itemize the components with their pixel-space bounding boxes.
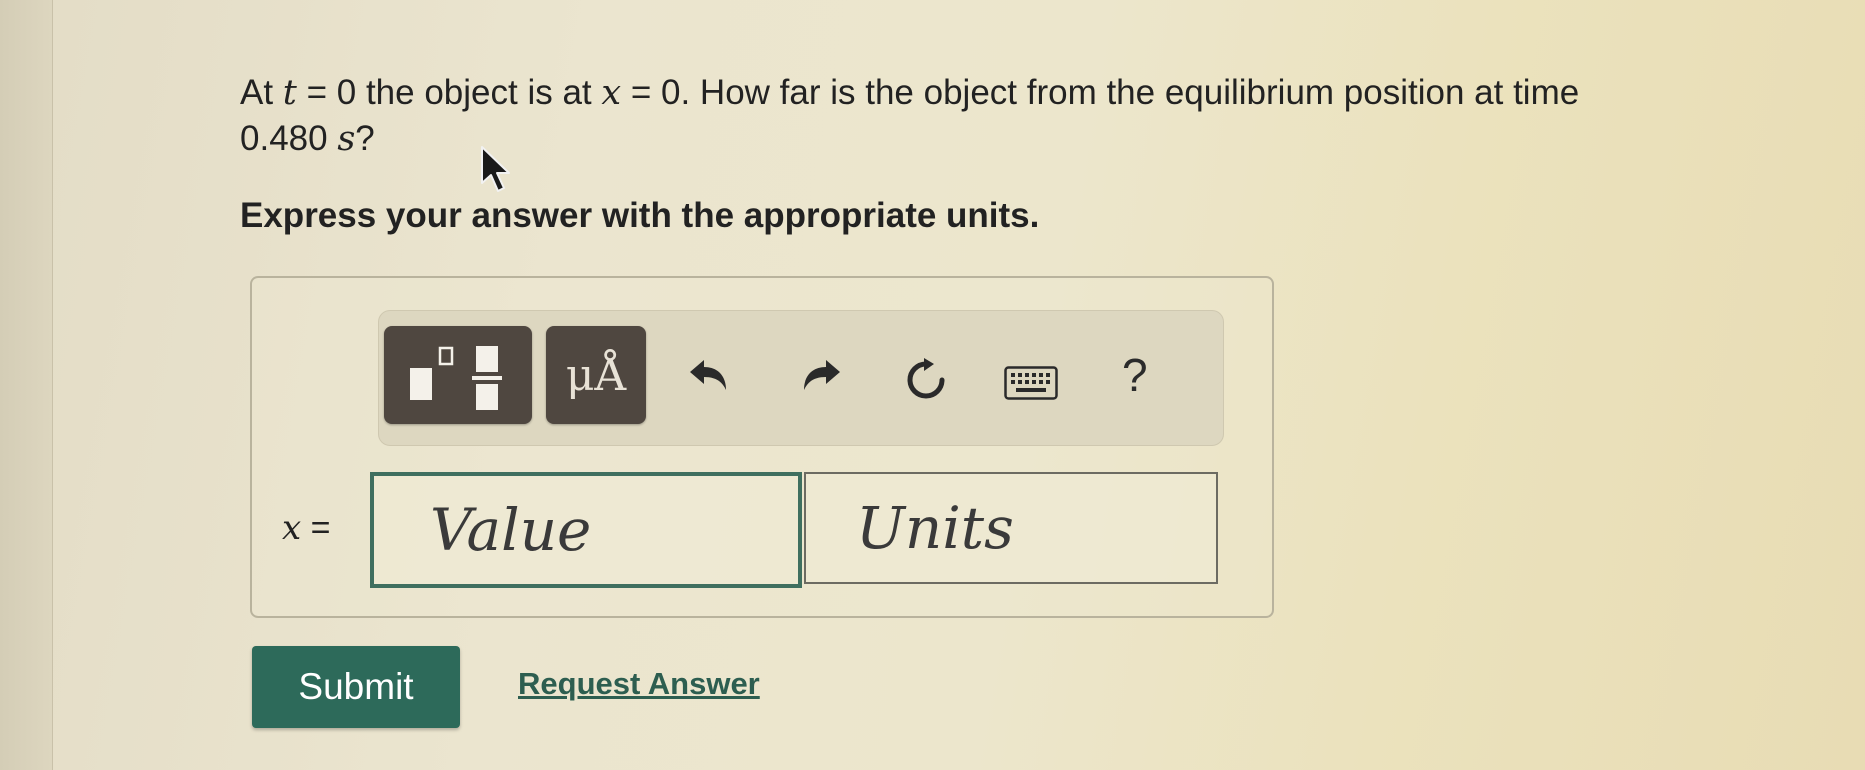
equals-sign: = <box>301 509 331 547</box>
question-part: At <box>240 73 283 112</box>
units-placeholder: Units <box>856 494 1014 562</box>
mouse-cursor-icon <box>481 146 510 192</box>
submit-button[interactable]: Submit <box>252 646 460 728</box>
variable-t: t <box>282 73 297 113</box>
templates-button[interactable] <box>384 326 532 424</box>
value-input[interactable]: Value <box>370 472 802 588</box>
question-part: = 0 the object is at <box>296 73 602 112</box>
keyboard-icon[interactable] <box>1004 366 1058 400</box>
answer-variable-label: x = <box>282 508 331 548</box>
value-placeholder: Value <box>430 496 592 564</box>
question-part: = 0. How far is the object from the equi… <box>621 73 1580 112</box>
units-input[interactable]: Units <box>804 472 1218 584</box>
request-answer-link[interactable]: Request Answer <box>518 666 760 702</box>
redo-icon[interactable] <box>796 354 848 398</box>
instruction-text: Express your answer with the appropriate… <box>240 196 1040 235</box>
time-value: 0.480 <box>240 119 338 158</box>
reset-icon[interactable] <box>902 356 950 404</box>
page-left-edge <box>0 0 53 770</box>
variable-x: x <box>601 73 622 113</box>
time-unit: s <box>337 119 356 159</box>
undo-icon[interactable] <box>682 354 734 398</box>
units-button[interactable]: μÅ <box>546 326 646 424</box>
answer-variable: x <box>282 508 302 548</box>
help-icon[interactable]: ? <box>1122 348 1148 402</box>
question-text: At t = 0 the object is at x = 0. How far… <box>240 70 1760 162</box>
templates-icon <box>410 346 502 410</box>
question-part: ? <box>355 119 375 158</box>
